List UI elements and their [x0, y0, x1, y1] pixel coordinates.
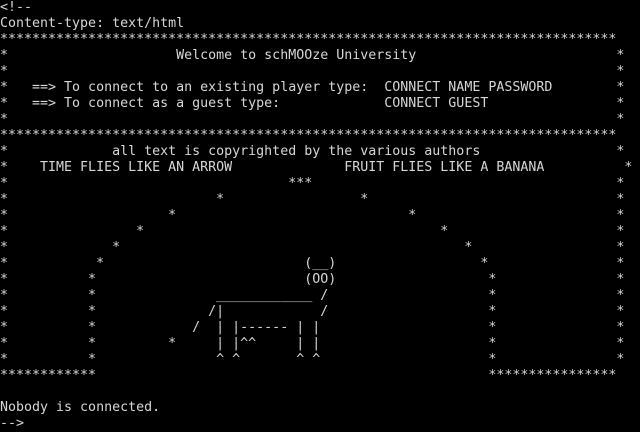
middle-border-line: ****************************************… — [0, 128, 617, 143]
top-border-line: ****************************************… — [0, 32, 617, 47]
connect-player-instruction: * ==> To connect to an existing player t… — [0, 80, 625, 95]
ascii-cow-body-line: * * /| / * * — [0, 304, 625, 319]
ascii-cow-udder-line: * * * | |^^ | | * * — [0, 336, 625, 351]
ascii-cow-hooves-line: * * ^ ^ ^ ^ * * — [0, 352, 625, 367]
ascii-cow-legs-line: * * / | |------ | | * * — [0, 320, 625, 335]
copyright-line: * all text is copyrighted by the various… — [0, 144, 625, 159]
content-type-line: Content-type: text/html — [0, 16, 185, 31]
ascii-cow-head-line: * * (__) * * — [0, 256, 625, 271]
ascii-art-line: * * * * — [0, 208, 625, 223]
blank-framed-line: * * — [0, 112, 625, 127]
ascii-cow-back-line: * * ____________ / * * — [0, 288, 625, 303]
motto-line: * TIME FLIES LIKE AN ARROW FRUIT FLIES L… — [0, 160, 633, 175]
connection-status-line: Nobody is connected. — [0, 400, 161, 415]
html-comment-open-line: <!-- — [0, 0, 33, 15]
ascii-cow-eyes-line: * * (OO) * * — [0, 272, 625, 287]
ascii-art-line: * * * * — [0, 240, 625, 255]
blank-framed-line: * * — [0, 64, 625, 79]
ascii-art-line: * * * * — [0, 192, 625, 207]
ascii-art-line: * *** * — [0, 176, 625, 191]
html-comment-close-line: --> — [0, 416, 25, 431]
ascii-art-line: * * * * — [0, 224, 625, 239]
bottom-border-line: ************ **************** — [0, 368, 617, 383]
connect-guest-instruction: * ==> To connect as a guest type: CONNEC… — [0, 96, 625, 111]
welcome-line: * Welcome to schMOOze University * — [0, 48, 625, 63]
terminal-screen[interactable]: <!-- Content-type: text/html ***********… — [0, 0, 640, 432]
